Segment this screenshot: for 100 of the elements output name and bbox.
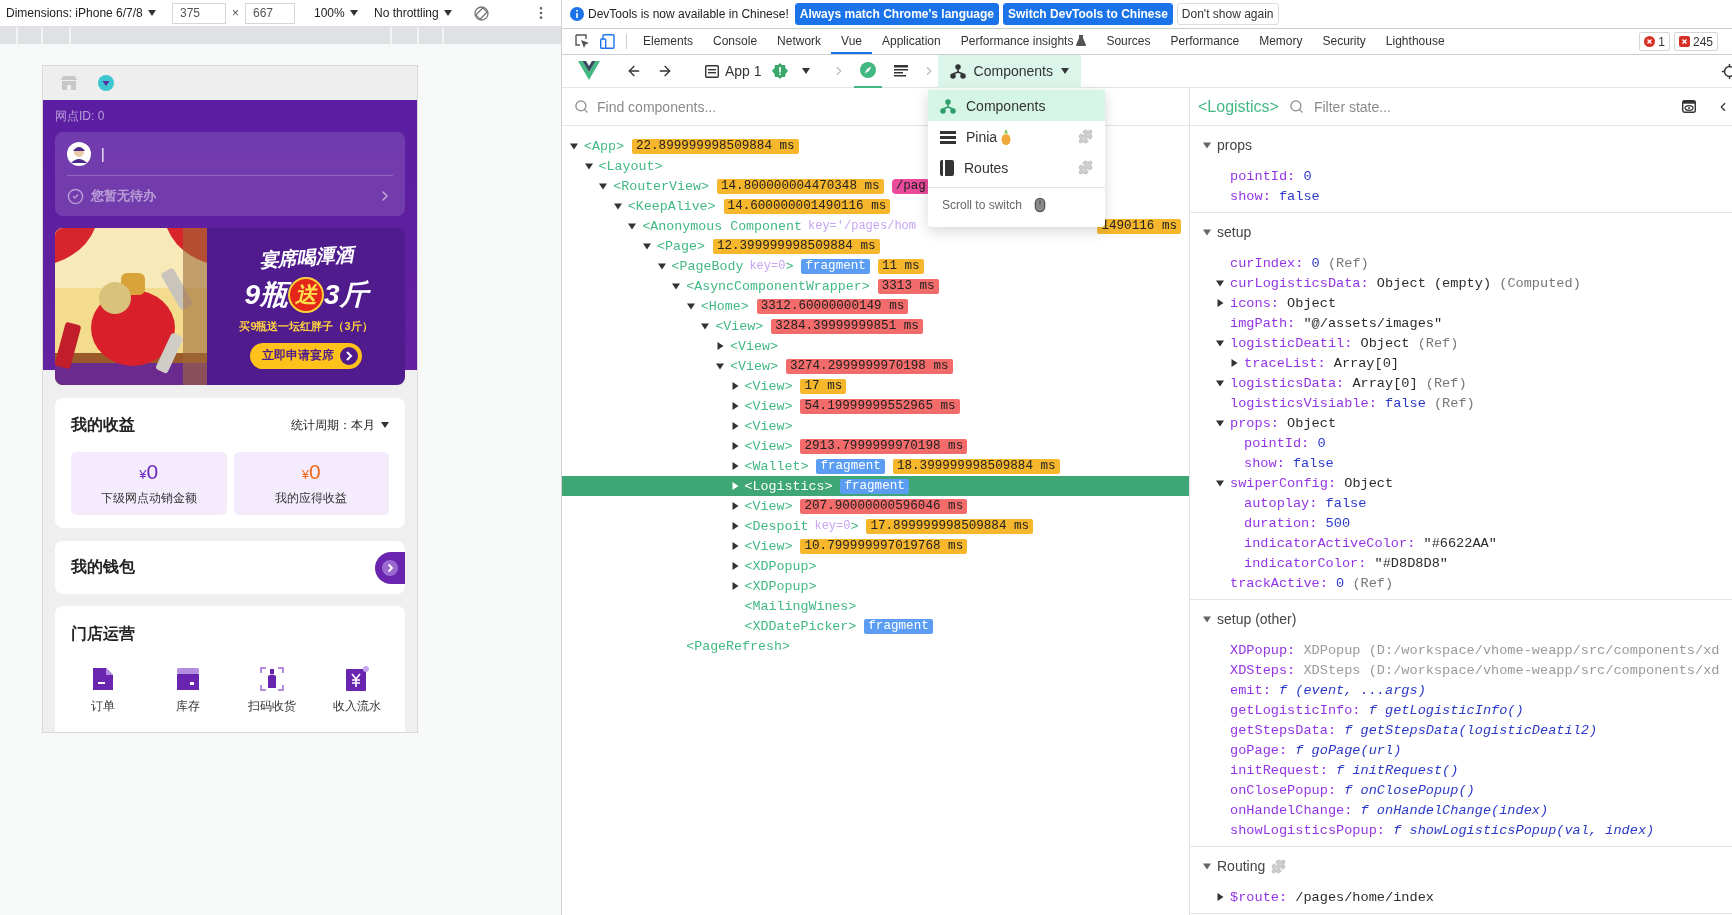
width-field[interactable]: 375 xyxy=(172,2,226,24)
caret-right-icon[interactable] xyxy=(730,422,739,430)
caret-down-icon[interactable] xyxy=(599,182,608,190)
caret-down-icon[interactable] xyxy=(570,142,578,150)
apply-button[interactable]: 立即申请宴席 xyxy=(250,342,362,369)
device-select[interactable]: Dimensions: iPhone 6/7/8 xyxy=(6,6,172,20)
book-icon xyxy=(940,159,954,176)
caret-down-icon[interactable] xyxy=(1203,141,1211,149)
caret-icon[interactable] xyxy=(801,68,810,74)
period-select[interactable]: 统计周期：本月 xyxy=(291,416,389,434)
view-switcher[interactable]: Components xyxy=(937,54,1081,88)
property-value: f getLogisticInfo() xyxy=(1368,702,1524,718)
info-icon xyxy=(570,7,584,21)
device-toggle-icon[interactable] xyxy=(600,34,615,49)
infobar-button[interactable]: Always match Chrome's language xyxy=(794,3,1000,25)
caret-icon xyxy=(147,10,156,16)
panel-tab[interactable]: Performance insights xyxy=(950,29,1097,54)
caret-down-icon[interactable] xyxy=(701,322,710,330)
caret-right-icon[interactable] xyxy=(1216,299,1224,307)
caret-right-icon[interactable] xyxy=(1216,893,1224,901)
caret-right-icon[interactable] xyxy=(730,522,739,530)
panel-tab[interactable]: Elements xyxy=(633,29,704,54)
panel-tab[interactable]: Network xyxy=(767,29,832,54)
property-note: (Computed) xyxy=(1499,275,1581,291)
property-value: XDSteps (D:/workspace/vhome-weapp/src/components/xd xyxy=(1303,662,1720,678)
rotate-device-icon[interactable] xyxy=(473,5,489,21)
infobar-button[interactable]: Don't show again xyxy=(1176,3,1279,25)
property-key: logisticsVisiable: xyxy=(1230,395,1377,411)
caret-right-icon[interactable] xyxy=(730,562,739,570)
caret-right-icon[interactable] xyxy=(730,402,739,410)
app-window-icon[interactable] xyxy=(705,64,719,78)
caret-down-icon[interactable] xyxy=(1203,862,1211,870)
menu-item[interactable]: Routes xyxy=(928,152,1105,183)
wallet-card[interactable]: 我的钱包 xyxy=(55,541,405,594)
caret-down-icon[interactable] xyxy=(1216,339,1224,347)
zoom-select[interactable]: 100% xyxy=(314,6,364,20)
caret-down-icon[interactable] xyxy=(1216,379,1224,387)
caret-down-icon[interactable] xyxy=(584,162,593,170)
panel-tab[interactable]: Vue xyxy=(831,29,872,54)
property-key: show: xyxy=(1244,455,1285,471)
caret-down-icon[interactable] xyxy=(643,242,651,250)
vue-logo xyxy=(578,61,600,81)
menu-item[interactable]: Pinia xyxy=(928,121,1105,152)
caret-right-icon[interactable] xyxy=(730,382,739,390)
property-key: emit: xyxy=(1230,682,1271,698)
caret-down-icon[interactable] xyxy=(716,362,724,370)
caret-down-icon[interactable] xyxy=(1203,228,1211,236)
panel-tab[interactable]: Console xyxy=(703,29,768,54)
caret-right-icon[interactable] xyxy=(730,542,739,550)
timeline-icon[interactable] xyxy=(893,65,908,77)
property-value: false xyxy=(1325,495,1367,511)
menu-label: Routes xyxy=(964,159,1010,176)
panel-tab[interactable]: Security xyxy=(1312,29,1376,54)
panel-tab[interactable]: Performance xyxy=(1160,29,1250,54)
caret-down-icon[interactable] xyxy=(1216,479,1224,487)
caret-right-icon[interactable] xyxy=(730,582,739,590)
caret-right-icon[interactable] xyxy=(730,502,739,510)
property-note: (Ref) xyxy=(1425,375,1467,391)
panel-tab[interactable]: Memory xyxy=(1249,29,1313,54)
property-note: (Ref) xyxy=(1352,575,1394,591)
caret-down-icon[interactable] xyxy=(628,222,637,230)
store-op-item[interactable]: 订单 xyxy=(61,666,146,715)
property-value: f showLogisticsPopup(val, index) xyxy=(1393,822,1655,838)
store-op-item[interactable]: 收入流水 xyxy=(314,666,399,715)
caret-down-icon[interactable] xyxy=(657,262,666,270)
dropdown-dot-icon[interactable] xyxy=(98,75,114,91)
caret-right-icon[interactable] xyxy=(716,342,724,350)
caret-down-icon[interactable] xyxy=(1203,615,1211,623)
filter-field[interactable]: Filter state... xyxy=(1313,98,1594,115)
user-name: | xyxy=(101,145,105,162)
caret-down-icon[interactable] xyxy=(1216,279,1224,287)
caret-down-icon[interactable] xyxy=(1216,419,1224,427)
store-op-item[interactable]: 库存 xyxy=(145,666,230,715)
property-key: getStepsData: xyxy=(1230,722,1337,738)
search-field[interactable]: Find components... xyxy=(597,98,897,115)
app-name[interactable]: App 1 xyxy=(725,63,762,79)
panel-tab[interactable]: Sources xyxy=(1096,29,1161,54)
panel-tab[interactable]: Lighthouse xyxy=(1375,29,1455,54)
throttling-select[interactable]: No throttling xyxy=(374,6,452,20)
issue-count[interactable]: 245 xyxy=(1673,32,1718,51)
caret-right-icon[interactable] xyxy=(730,442,739,450)
property-key: curLogisticsData: xyxy=(1230,275,1369,291)
wallet-arrow-button[interactable] xyxy=(375,551,405,584)
infobar-button[interactable]: Switch DevTools to Chinese xyxy=(1003,3,1173,25)
caret-down-icon[interactable] xyxy=(686,302,695,310)
error-count[interactable]: 1 xyxy=(1639,32,1670,51)
height-field[interactable]: 667 xyxy=(245,2,295,24)
caret-down-icon[interactable] xyxy=(613,202,622,210)
panel-tab[interactable]: Application xyxy=(872,29,951,54)
earnings-tile[interactable]: ¥0 下级网点动销金额 xyxy=(71,452,227,515)
eye-icon[interactable] xyxy=(1682,100,1696,113)
inspect-icon[interactable] xyxy=(575,34,590,49)
caret-right-icon[interactable] xyxy=(1230,359,1238,367)
store-op-item[interactable]: 扫码收货 xyxy=(230,666,315,715)
caret-right-icon[interactable] xyxy=(730,462,739,470)
render-time-tag: 17 ms xyxy=(800,378,847,394)
earnings-tile[interactable]: ¥0 我的应得收益 xyxy=(233,452,389,515)
caret-icon xyxy=(443,10,452,16)
menu-item[interactable]: Components xyxy=(928,90,1105,121)
caret-down-icon[interactable] xyxy=(672,282,681,290)
